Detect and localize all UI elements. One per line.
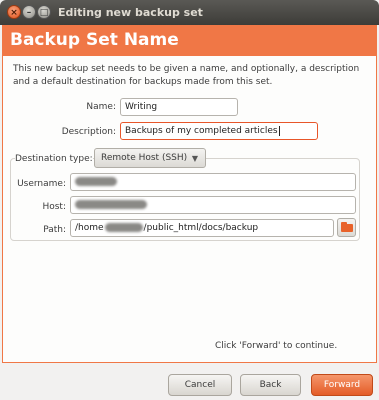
name-field[interactable]: Writing bbox=[120, 98, 238, 116]
back-button[interactable]: Back bbox=[240, 374, 301, 396]
close-icon: × bbox=[10, 8, 18, 18]
redacted-path bbox=[104, 223, 143, 232]
username-label: Username: bbox=[17, 179, 66, 189]
continue-hint: Click 'Forward' to continue. bbox=[215, 341, 338, 351]
redacted-username bbox=[75, 177, 117, 186]
path-field[interactable]: /home/public_html/docs/backup bbox=[70, 219, 334, 237]
chevron-down-icon: ▼ bbox=[191, 154, 198, 163]
description-label: Description: bbox=[61, 127, 116, 137]
destination-type-value: Remote Host (SSH) bbox=[101, 153, 188, 163]
browse-folder-button[interactable] bbox=[337, 218, 356, 237]
minimize-icon: – bbox=[26, 8, 32, 18]
window-minimize-button[interactable]: – bbox=[22, 5, 36, 19]
path-label: Path: bbox=[43, 225, 66, 235]
destination-type-combo[interactable]: Remote Host (SSH) ▼ bbox=[94, 148, 206, 168]
username-field[interactable] bbox=[70, 173, 356, 191]
path-prefix: /home bbox=[75, 223, 104, 233]
window-title: Editing new backup set bbox=[58, 6, 203, 19]
host-label: Host: bbox=[42, 202, 66, 212]
path-suffix: /public_html/docs/backup bbox=[143, 223, 259, 233]
forward-button[interactable]: Forward bbox=[311, 374, 373, 396]
text-cursor bbox=[278, 126, 280, 136]
cancel-button[interactable]: Cancel bbox=[168, 374, 232, 396]
description-field[interactable]: Backups of my completed articles bbox=[120, 122, 318, 140]
redacted-host bbox=[75, 200, 147, 209]
maximize-icon: □ bbox=[39, 8, 49, 18]
page-title: Backup Set Name bbox=[3, 26, 376, 56]
intro-text: This new backup set needs to be given a … bbox=[13, 64, 360, 87]
window-close-button[interactable]: × bbox=[7, 5, 21, 19]
window-maximize-button[interactable]: □ bbox=[37, 5, 51, 19]
host-field[interactable] bbox=[70, 196, 356, 214]
destination-type-label: Destination type: bbox=[15, 153, 93, 165]
name-label: Name: bbox=[86, 102, 116, 112]
title-bar: × – □ Editing new backup set bbox=[0, 0, 379, 25]
description-value: Backups of my completed articles bbox=[125, 126, 278, 136]
